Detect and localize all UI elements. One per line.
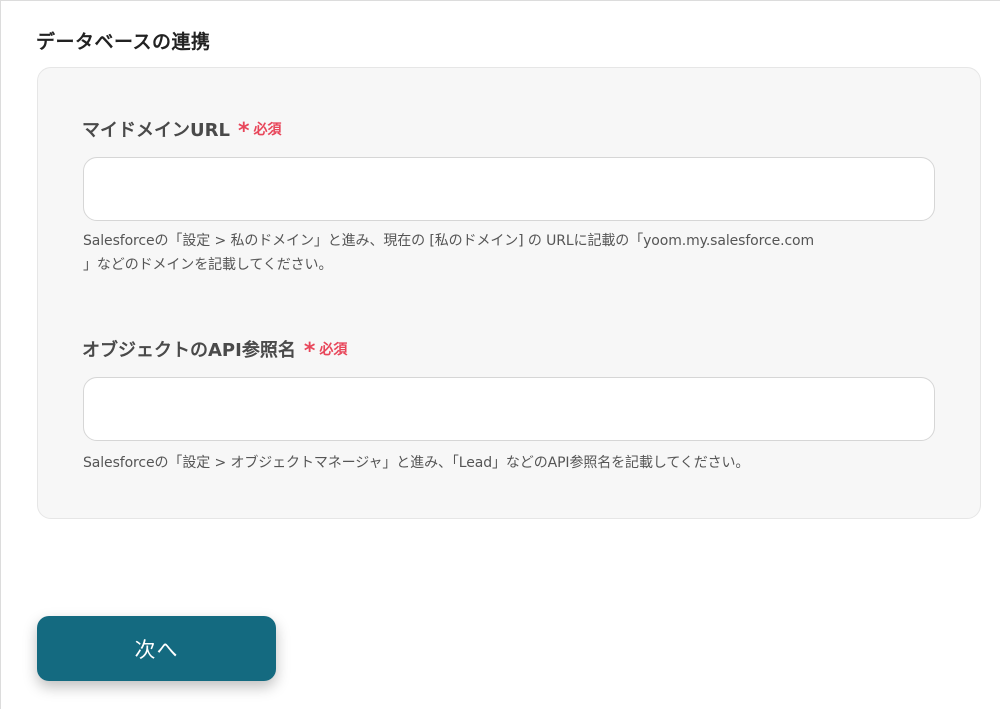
next-button[interactable]: 次へ — [37, 616, 276, 681]
object-api-name-label-text: オブジェクトのAPI参照名 — [82, 340, 296, 361]
section-title: データベースの連携 — [36, 31, 211, 53]
required-badge: 必須 — [319, 342, 348, 358]
help-text-line: Salesforceの「設定 > 私のドメイン」と進み、現在の [私のドメイン]… — [83, 233, 815, 249]
my-domain-url-label-text: マイドメインURL — [82, 120, 230, 141]
object-api-name-input[interactable] — [83, 377, 935, 441]
object-api-name-label: オブジェクトのAPI参照名 * 必須 — [82, 336, 348, 364]
my-domain-url-input[interactable] — [83, 157, 935, 221]
page: データベースの連携 マイドメインURL * 必須 Salesforceの「設定 … — [0, 0, 1000, 709]
form-panel: マイドメインURL * 必須 Salesforceの「設定 > 私のドメイン」と… — [37, 67, 981, 519]
required-badge: 必須 — [253, 122, 282, 138]
help-text-line: 」などのドメインを記載してください。 — [83, 257, 333, 273]
my-domain-url-label: マイドメインURL * 必須 — [82, 116, 282, 144]
help-text-line: Salesforceの「設定 > オブジェクトマネージャ」と進み、「Lead」な… — [83, 455, 750, 471]
object-api-name-help: Salesforceの「設定 > オブジェクトマネージャ」と進み、「Lead」な… — [83, 451, 943, 475]
required-asterisk: * — [303, 339, 316, 364]
required-asterisk: * — [237, 119, 250, 144]
my-domain-url-help: Salesforceの「設定 > 私のドメイン」と進み、現在の [私のドメイン]… — [83, 229, 943, 277]
